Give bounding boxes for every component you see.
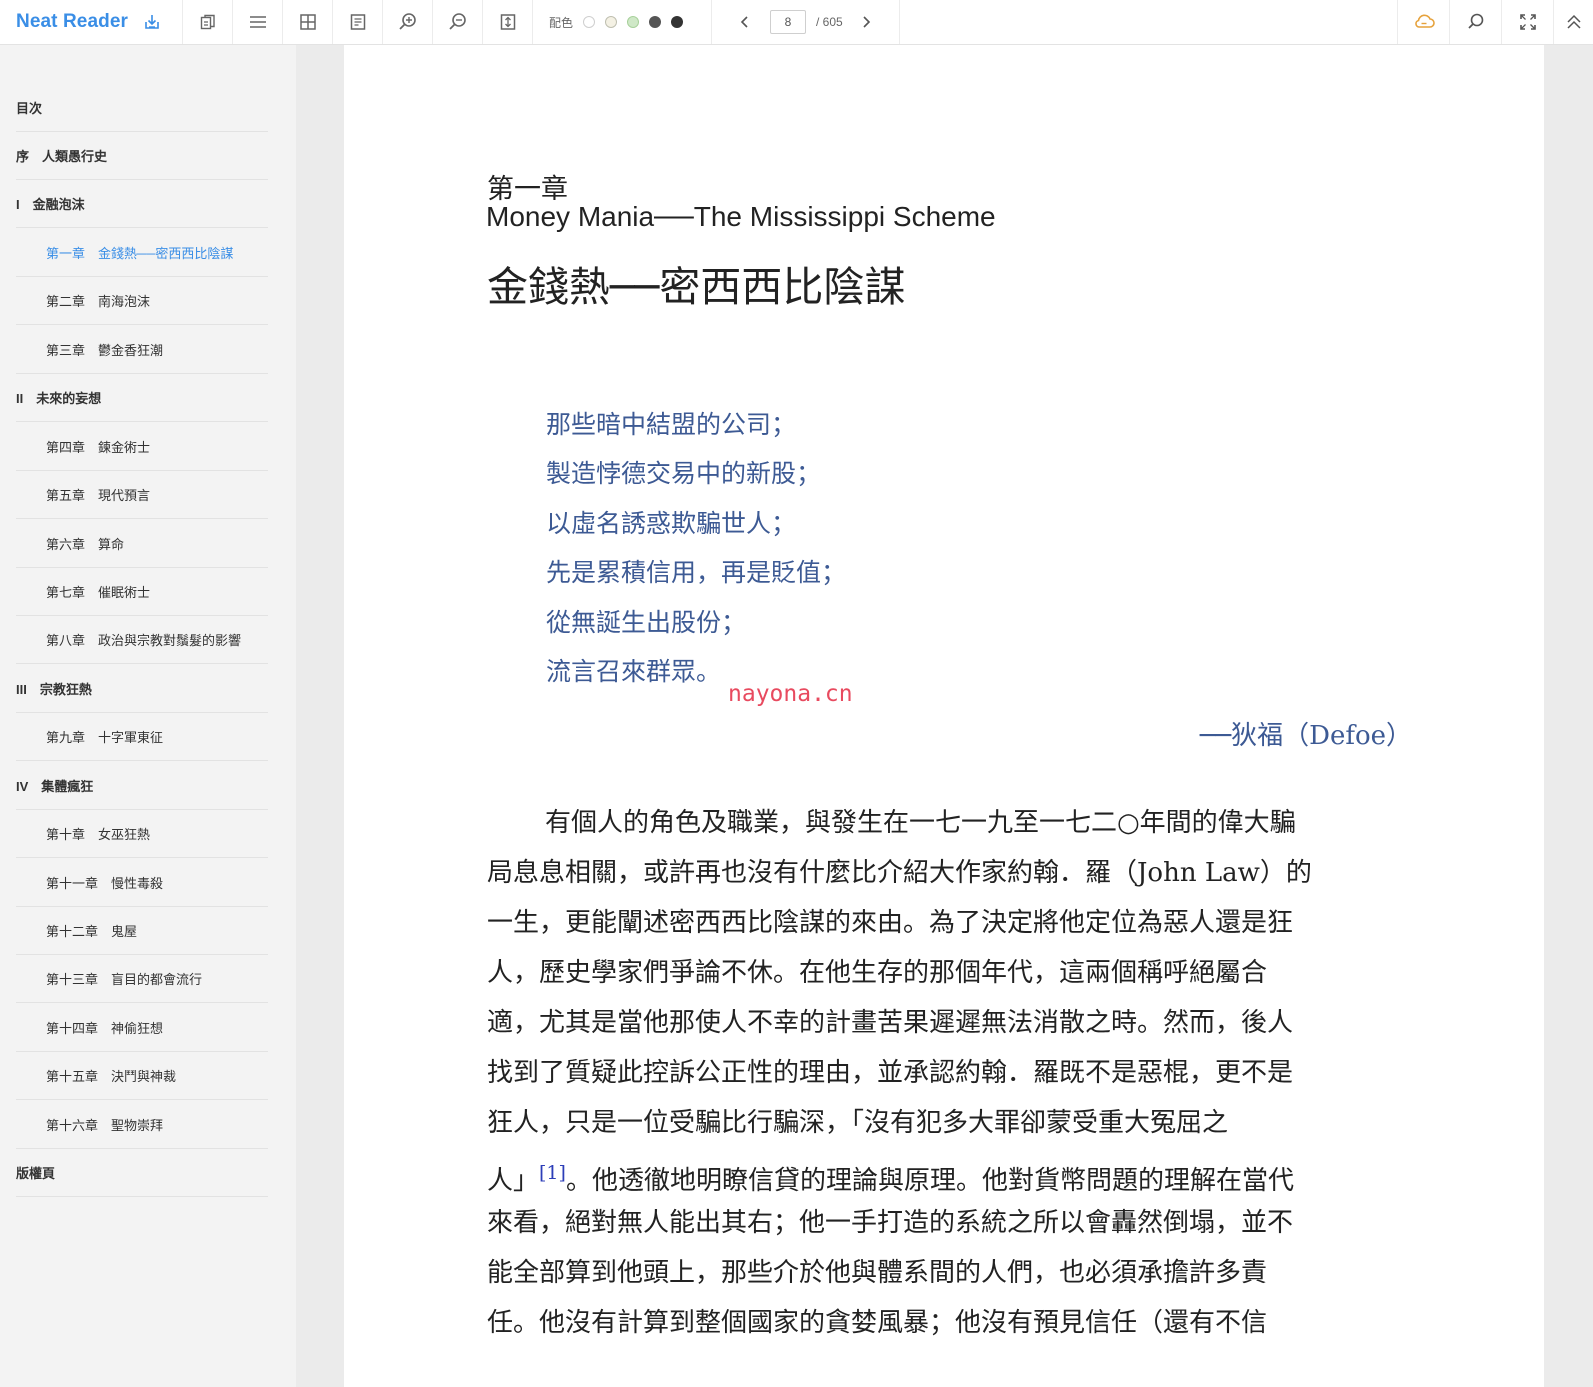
toc-item-chapter-3[interactable]: 第三章 鬱金香狂潮 xyxy=(16,325,268,374)
body-line: 找到了質疑此控訴公正性的理由，並承認約翰．羅既不是惡棍，更不是 xyxy=(487,1058,1294,1088)
toolbar: Neat Reader 配色 / 605 xyxy=(0,0,1593,45)
grid-icon[interactable] xyxy=(283,0,333,44)
swatch-dark[interactable] xyxy=(671,16,684,28)
body-line-end: 。他透徹地明瞭信貸的理論與原理。他對貨幣問題的理解在當代 xyxy=(565,1166,1294,1196)
body-line: 任。他沒有計算到整個國家的貪婪風暴；他沒有預見信任（還有不信 xyxy=(487,1308,1268,1338)
search-icon[interactable] xyxy=(1449,0,1501,44)
verse-line: 那些暗中結盟的公司； xyxy=(546,410,797,439)
toc-item-chapter-10[interactable]: 第十章 女巫狂熱 xyxy=(16,809,268,858)
zoom-out-icon[interactable] xyxy=(433,0,483,44)
toolbar-right xyxy=(1397,0,1593,44)
toc-item-chapter-6[interactable]: 第六章 算命 xyxy=(16,519,268,568)
pager: / 605 xyxy=(712,0,900,44)
next-page-icon[interactable] xyxy=(855,11,877,33)
verse-line: 製造悖德交易中的新股； xyxy=(546,459,822,488)
body-text: 有個人的角色及職業，與發生在一七一九至一七二○年間的偉大騙 局息息相關，或許再也… xyxy=(487,798,1407,1348)
verse-line: 以虛名誘惑欺騙世人； xyxy=(546,509,797,538)
toc-item-chapter-16[interactable]: 第十六章 聖物崇拜 xyxy=(16,1100,268,1149)
verse-attribution: ──狄福（Defoe） xyxy=(1199,721,1412,751)
body-line: 狂人，只是一位受騙比行騙深，「沒有犯多大罪卻蒙受重大冤屈之 xyxy=(487,1108,1229,1138)
prev-page-icon[interactable] xyxy=(734,11,756,33)
body-line: 適，尤其是當他那使人不幸的計畫苦果遲遲無法消散之時。然而，後人 xyxy=(487,1008,1294,1038)
swatch-gray[interactable] xyxy=(649,16,662,28)
copy-icon[interactable] xyxy=(183,0,233,44)
body-line-start: 人」 xyxy=(487,1166,540,1196)
body-line: 有個人的角色及職業，與發生在一七一九至一七二○年間的偉大騙 xyxy=(545,808,1296,838)
toc-item-chapter-14[interactable]: 第十四章 神偷狂想 xyxy=(16,1003,268,1052)
body-line: 一生，更能闡述密西西比陰謀的來由。為了決定將他定位為惡人還是狂 xyxy=(487,908,1294,938)
zoom-in-icon[interactable] xyxy=(383,0,433,44)
swatch-white[interactable] xyxy=(583,16,596,28)
app-title: Neat Reader xyxy=(16,11,128,32)
page-total: / 605 xyxy=(816,15,843,29)
body-line: 局息息相關，或許再也沒有什麼比介紹大作家約翰．羅（John Law）的 xyxy=(487,858,1312,888)
toc-item-chapter-13[interactable]: 第十三章 盲目的都會流行 xyxy=(16,954,268,1003)
body-line-with-footnote: 人」[1]。他透徹地明瞭信貸的理論與原理。他對貨幣問題的理解在當代 xyxy=(487,1148,1407,1198)
body-line: 來看，絕對無人能出其右；他一手打造的系統之所以會轟然倒塌，並不 xyxy=(487,1208,1294,1238)
menu-icon[interactable] xyxy=(233,0,283,44)
footnote-link[interactable]: [1] xyxy=(539,1162,566,1184)
notes-icon[interactable] xyxy=(333,0,383,44)
page-number-input[interactable] xyxy=(770,10,807,34)
verse-line: 從無誕生出股份； xyxy=(546,608,747,637)
toc-sidebar: 目次 序 人類愚行史 I 金融泡沫 第一章 金錢熱──密西西比陰謀 第二章 南海… xyxy=(0,45,296,1387)
fit-page-icon[interactable] xyxy=(483,0,533,44)
toc-item-part-4[interactable]: IV 集體瘋狂 xyxy=(16,761,268,810)
collapse-up-icon[interactable] xyxy=(1553,0,1593,44)
toc-item-chapter-1[interactable]: 第一章 金錢熱──密西西比陰謀 xyxy=(16,228,268,277)
toc-item-copyright[interactable]: 版權頁 xyxy=(16,1148,268,1197)
toc-item-chapter-7[interactable]: 第七章 催眠術士 xyxy=(16,567,268,616)
chapter-title-english: Money Mania──The Mississippi Scheme xyxy=(486,201,996,232)
verse-line: 流言召來群眾。 xyxy=(546,657,722,686)
toc-item-part-2[interactable]: II 未來的妄想 xyxy=(16,373,268,422)
color-palette: 配色 xyxy=(533,0,713,44)
body-line: 人，歷史學家們爭論不休。在他生存的那個年代，這兩個稱呼絕屬合 xyxy=(487,958,1268,988)
swatch-cream[interactable] xyxy=(605,16,618,28)
toc-item-chapter-2[interactable]: 第二章 南海泡沫 xyxy=(16,276,268,325)
toc-item-preface[interactable]: 序 人類愚行史 xyxy=(16,131,268,180)
body-line: 能全部算到他頭上，那些介於他與體系間的人們，也必須承擔許多責 xyxy=(487,1258,1268,1288)
swatch-green[interactable] xyxy=(627,16,640,28)
palette-label: 配色 xyxy=(549,15,574,30)
brand: Neat Reader xyxy=(0,0,183,44)
toc-item-chapter-5[interactable]: 第五章 現代預言 xyxy=(16,470,268,519)
toc-item-contents[interactable]: 目次 xyxy=(16,83,268,132)
toc-item-chapter-11[interactable]: 第十一章 慢性毒殺 xyxy=(16,858,268,907)
toc-item-chapter-4[interactable]: 第四章 鍊金術士 xyxy=(16,422,268,471)
toc-item-chapter-15[interactable]: 第十五章 決鬥與神裁 xyxy=(16,1051,268,1100)
toc-item-part-1[interactable]: I 金融泡沫 xyxy=(16,179,268,228)
verse-line: 先是累積信用，再是貶值； xyxy=(546,558,847,587)
toc-item-chapter-9[interactable]: 第九章 十字軍東征 xyxy=(16,712,268,761)
cloud-sync-icon[interactable] xyxy=(1397,0,1449,44)
watermark: nayona.cn xyxy=(728,681,853,707)
chapter-title-chinese: 金錢熱──密西西比陰謀 xyxy=(487,263,906,311)
toc-item-chapter-8[interactable]: 第八章 政治與宗教對鬚髮的影響 xyxy=(16,615,268,664)
book-page: 第一章 Money Mania──The Mississippi Scheme … xyxy=(344,45,1544,1387)
import-icon[interactable] xyxy=(142,12,162,32)
toc-item-part-3[interactable]: III 宗教狂熱 xyxy=(16,664,268,713)
toc-item-chapter-12[interactable]: 第十二章 鬼屋 xyxy=(16,906,268,955)
fullscreen-icon[interactable] xyxy=(1501,0,1553,44)
